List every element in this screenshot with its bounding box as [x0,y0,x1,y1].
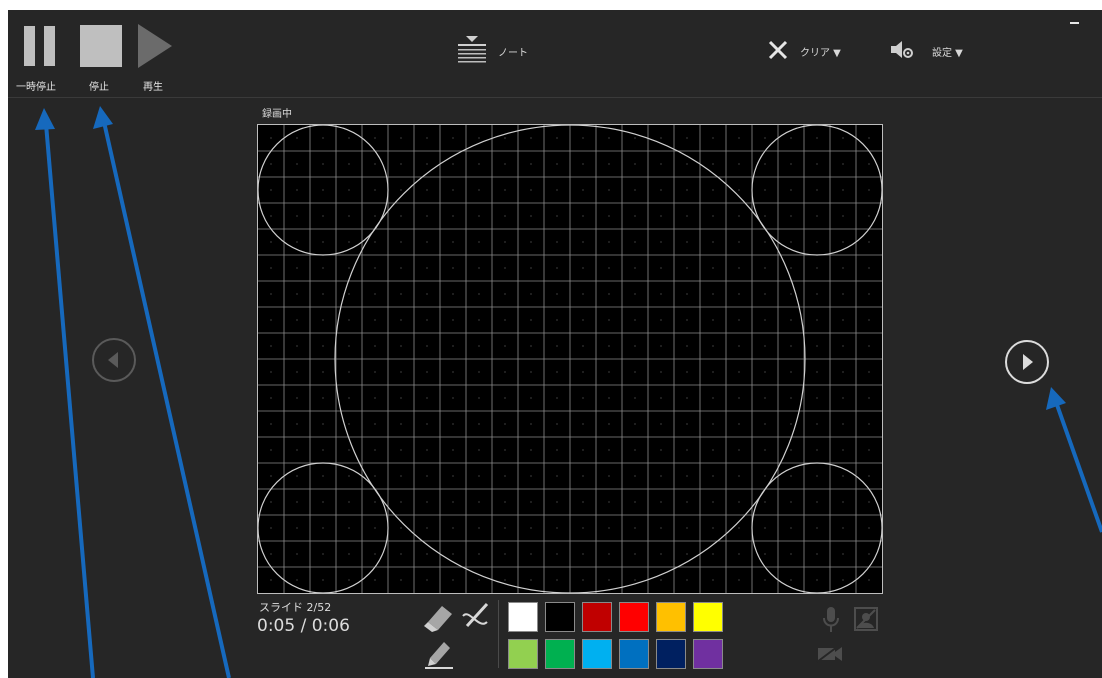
recording-window: 一時停止 停止 再生 ノート クリア ▼ 設定 ▼ 録画中 スライド 2/52 … [8,10,1102,678]
color-swatch[interactable] [545,602,575,632]
recording-timer: 0:05 / 0:06 [257,616,350,636]
camera-off-icon[interactable] [815,642,845,664]
minimize-icon[interactable] [1068,14,1082,28]
stop-label: 停止 [89,82,109,93]
slide-grid-graphic [258,125,882,593]
pause-button[interactable]: 一時停止 [16,16,64,94]
settings-button[interactable]: 設定 ▼ [888,36,978,66]
color-swatch[interactable] [508,639,538,669]
pause-icon [24,26,55,66]
toolbar: 一時停止 停止 再生 ノート クリア ▼ 設定 ▼ [8,10,1102,98]
stop-button[interactable]: 停止 [76,16,124,94]
chevron-left-circle-icon[interactable] [91,337,137,383]
color-swatch[interactable] [693,602,723,632]
notes-icon [458,36,486,63]
notes-button[interactable]: ノート [456,32,536,70]
tool-divider [498,600,499,668]
color-swatch[interactable] [545,639,575,669]
pen-icon[interactable] [459,600,493,634]
camera-preview-off-icon[interactable] [853,606,879,632]
play-icon [138,24,172,68]
color-swatch[interactable] [582,639,612,669]
play-label: 再生 [143,82,163,93]
close-icon [768,40,788,60]
color-swatch[interactable] [656,639,686,669]
color-swatch[interactable] [582,602,612,632]
pause-label: 一時停止 [16,82,56,93]
highlighter-icon[interactable] [422,636,456,670]
chevron-right-circle-icon[interactable] [1004,339,1050,385]
color-swatch[interactable] [656,602,686,632]
notes-label: ノート [498,48,528,59]
speaker-gear-icon [891,41,913,58]
color-swatch[interactable] [619,602,649,632]
color-swatch[interactable] [619,639,649,669]
color-swatch[interactable] [693,639,723,669]
slide-preview [257,124,883,594]
eraser-icon[interactable] [422,602,456,632]
microphone-icon[interactable] [821,606,841,634]
clear-button[interactable]: クリア ▼ [766,36,856,66]
clear-label: クリア ▼ [800,48,841,59]
recording-status: 録画中 [262,109,292,120]
slide-counter: スライド 2/52 [259,601,332,614]
settings-label: 設定 ▼ [932,48,963,59]
play-button[interactable]: 再生 [132,16,180,94]
stop-icon [80,25,122,67]
color-swatch[interactable] [508,602,538,632]
